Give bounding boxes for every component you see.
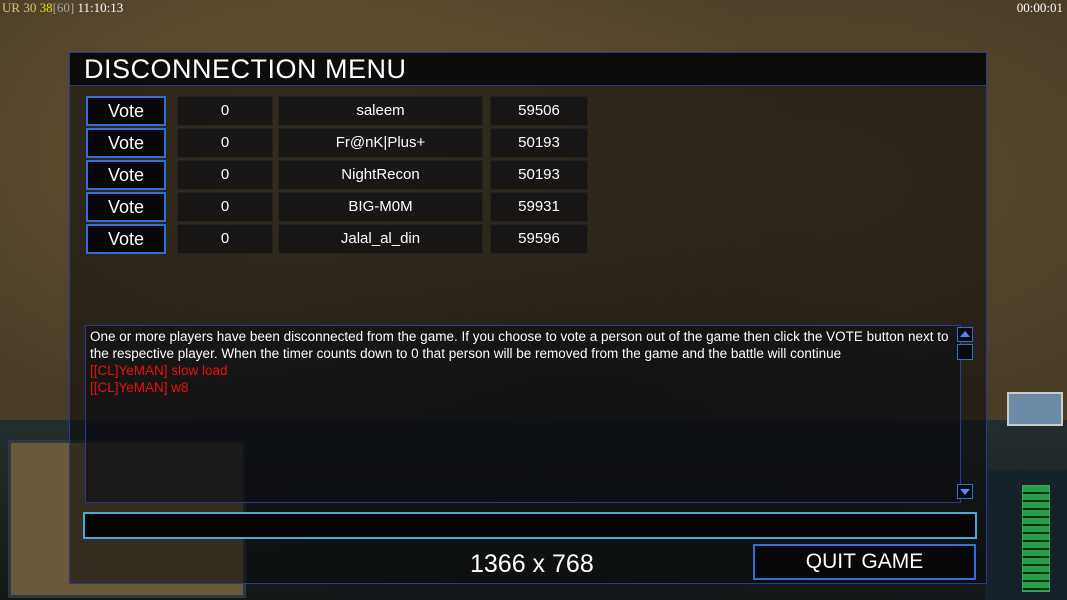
player-name: NightRecon xyxy=(278,160,483,190)
vote-button[interactable]: Vote xyxy=(86,96,166,126)
player-ping: 50193 xyxy=(490,160,588,190)
satellite-icon xyxy=(1007,392,1063,426)
dialog-title: DISCONNECTION MENU xyxy=(84,54,407,84)
title-bar: DISCONNECTION MENU xyxy=(70,53,986,86)
vote-button[interactable]: Vote xyxy=(86,160,166,190)
chat-input[interactable] xyxy=(83,512,977,539)
disconnection-dialog: DISCONNECTION MENU Vote 0 saleem 59506 V… xyxy=(69,52,987,584)
player-row: Vote 0 BIG-M0M 59931 xyxy=(86,192,606,222)
chat-line: [[CL]YeMAN] w8 xyxy=(90,380,189,395)
quit-game-button[interactable]: QUIT GAME xyxy=(753,544,976,580)
system-message: One or more players have been disconnect… xyxy=(90,329,949,361)
chat-line: [[CL]YeMAN] slow load xyxy=(90,363,228,378)
hud-val2: 38 xyxy=(39,0,53,15)
scroll-thumb[interactable] xyxy=(957,344,973,360)
player-name: Fr@nK|Plus+ xyxy=(278,128,483,158)
player-row: Vote 0 Jalal_al_din 59596 xyxy=(86,224,606,254)
player-name: Jalal_al_din xyxy=(278,224,483,254)
player-ping: 59506 xyxy=(490,96,588,126)
chat-log: One or more players have been disconnect… xyxy=(85,325,961,503)
chat-text: One or more players have been disconnect… xyxy=(90,328,950,396)
player-name: BIG-M0M xyxy=(278,192,483,222)
vote-count: 0 xyxy=(177,224,273,254)
player-ping: 59596 xyxy=(490,224,588,254)
scroll-up-icon[interactable] xyxy=(957,327,973,342)
resolution-label: 1366 x 768 xyxy=(470,550,594,578)
player-row: Vote 0 NightRecon 50193 xyxy=(86,160,606,190)
hud-stats: UR 30 38[60] 11:10:13 xyxy=(2,0,123,16)
hud-val1: 30 xyxy=(23,0,37,15)
hud-ur: UR xyxy=(2,0,21,15)
power-meter xyxy=(1022,485,1050,592)
vote-button[interactable]: Vote xyxy=(86,128,166,158)
player-ping: 59931 xyxy=(490,192,588,222)
player-row: Vote 0 saleem 59506 xyxy=(86,96,606,126)
player-name: saleem xyxy=(278,96,483,126)
vote-button[interactable]: Vote xyxy=(86,224,166,254)
hud-val3: [60] xyxy=(52,0,75,15)
hud-clock: 11:10:13 xyxy=(77,0,124,15)
vote-count: 0 xyxy=(177,192,273,222)
vote-count: 0 xyxy=(177,96,273,126)
player-row: Vote 0 Fr@nK|Plus+ 50193 xyxy=(86,128,606,158)
vote-count: 0 xyxy=(177,128,273,158)
vote-count: 0 xyxy=(177,160,273,190)
player-ping: 50193 xyxy=(490,128,588,158)
scroll-down-icon[interactable] xyxy=(957,484,973,499)
game-timer: 00:00:01 xyxy=(1016,0,1063,15)
chat-scrollbar[interactable] xyxy=(956,325,974,501)
vote-button[interactable]: Vote xyxy=(86,192,166,222)
